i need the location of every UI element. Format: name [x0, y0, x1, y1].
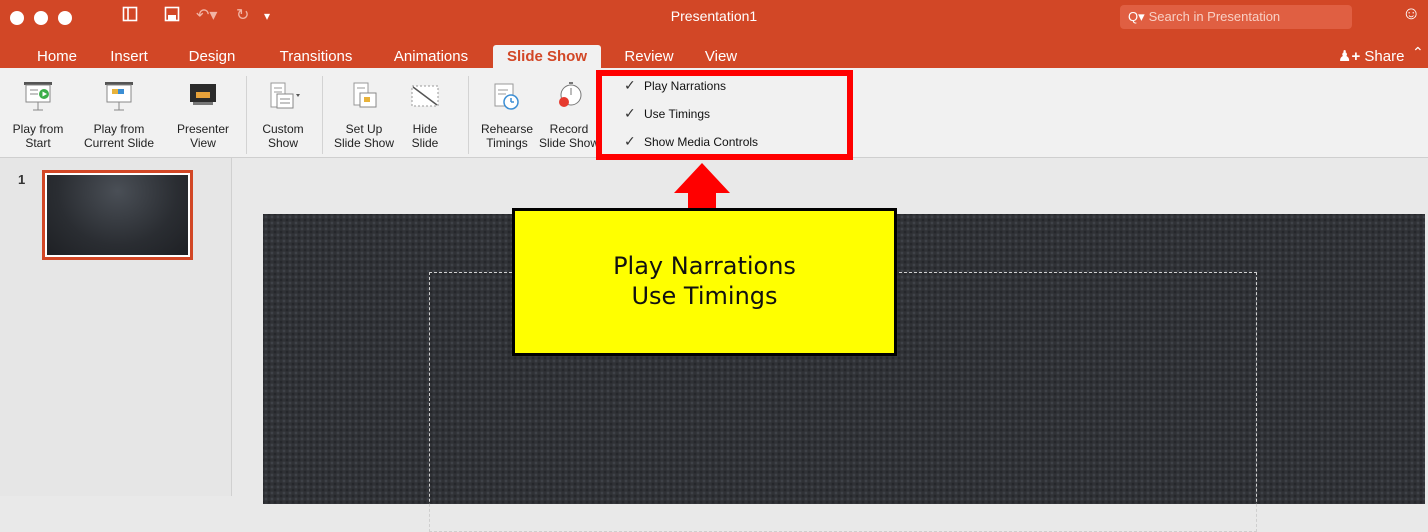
hide-slide-icon	[411, 85, 439, 107]
search-icon: Q▾	[1128, 9, 1145, 24]
play-from-current-line1: Play from	[93, 122, 145, 136]
slide-thumbnail-preview	[47, 175, 188, 255]
title-bar: ↶▾ ↻ ▾ Presentation1 Q▾ Search in Present…	[0, 0, 1428, 68]
save-icon[interactable]	[164, 6, 180, 28]
rehearse-timings-line1: Rehearse	[480, 122, 534, 136]
feedback-smiley-icon[interactable]: ☺	[1402, 3, 1420, 24]
slide-thumbnail[interactable]	[42, 170, 193, 260]
search-placeholder: Search in Presentation	[1148, 9, 1281, 24]
play-from-start-icon	[24, 82, 52, 111]
callout-line1: Play Narrations	[613, 252, 796, 280]
slide-thumbnail-pane: 1	[0, 158, 232, 496]
tab-review[interactable]: Review	[618, 45, 680, 68]
record-slide-show-icon	[559, 82, 582, 107]
rehearse-timings-icon	[494, 83, 519, 110]
search-input[interactable]: Q▾ Search in Presentation	[1120, 5, 1352, 29]
tab-slide-show[interactable]: Slide Show	[493, 45, 601, 68]
share-label: Share	[1364, 48, 1405, 65]
hide-slide-line2: Slide	[411, 136, 439, 150]
annotation-callout: Play Narrations Use Timings	[512, 208, 897, 356]
custom-show-line2: Show	[267, 136, 299, 150]
undo-icon[interactable]: ↶▾	[196, 6, 217, 26]
presenter-view-button[interactable]: Presenter View	[166, 68, 240, 158]
set-up-slide-show-button[interactable]: Set Up Slide Show	[326, 68, 402, 158]
play-from-start-button[interactable]: Play from Start	[4, 68, 72, 158]
tab-home[interactable]: Home	[32, 45, 82, 68]
tab-design[interactable]: Design	[184, 45, 240, 68]
play-from-current-slide-button[interactable]: Play from Current Slide	[74, 68, 164, 158]
hide-slide-line1: Hide	[412, 122, 438, 136]
presenter-view-icon	[190, 84, 216, 105]
custom-show-button[interactable]: Custom Show	[250, 68, 316, 158]
ribbon-separator	[468, 76, 469, 154]
share-button[interactable]: ♟+ Share	[1338, 45, 1404, 68]
custom-show-icon	[270, 82, 300, 109]
set-up-slide-show-line1: Set Up	[345, 122, 383, 136]
play-from-current-line2: Current Slide	[83, 136, 155, 150]
set-up-slide-show-line2: Slide Show	[333, 136, 395, 150]
play-from-current-icon	[105, 82, 133, 111]
slide-number: 1	[18, 172, 26, 187]
customize-qat-icon[interactable]: ▾	[264, 6, 270, 26]
zoom-window-button[interactable]	[58, 11, 72, 25]
redo-icon[interactable]: ↻	[236, 6, 249, 26]
record-slide-show-line1: Record	[549, 122, 589, 136]
arrow-up-icon	[674, 163, 730, 193]
tab-animations[interactable]: Animations	[385, 45, 477, 68]
highlight-box	[596, 70, 853, 160]
rehearse-timings-line2: Timings	[486, 136, 528, 150]
minimize-window-button[interactable]	[34, 11, 48, 25]
hide-slide-button[interactable]: Hide Slide	[402, 68, 448, 158]
presenter-view-line2: View	[190, 136, 216, 150]
play-from-start-line1: Play from	[12, 122, 64, 136]
play-from-start-line2: Start	[25, 136, 51, 150]
ribbon-separator	[322, 76, 323, 154]
sidebar-toggle-icon[interactable]	[122, 6, 138, 28]
rehearse-timings-button[interactable]: Rehearse Timings	[472, 68, 542, 158]
set-up-slide-show-icon	[353, 82, 377, 108]
callout-line2: Use Timings	[631, 282, 778, 310]
record-slide-show-line2: Slide Show	[538, 136, 600, 150]
presenter-view-line1: Presenter	[176, 122, 230, 136]
custom-show-line1: Custom	[262, 122, 304, 136]
record-slide-show-button[interactable]: Record Slide Show	[536, 68, 602, 158]
tab-view[interactable]: View	[700, 45, 742, 68]
close-window-button[interactable]	[10, 11, 24, 25]
collapse-ribbon-icon[interactable]: ⌃	[1412, 44, 1424, 61]
ribbon-separator	[246, 76, 247, 154]
add-person-icon: ♟+	[1338, 48, 1361, 65]
tab-insert[interactable]: Insert	[104, 45, 154, 68]
tab-transitions[interactable]: Transitions	[270, 45, 362, 68]
